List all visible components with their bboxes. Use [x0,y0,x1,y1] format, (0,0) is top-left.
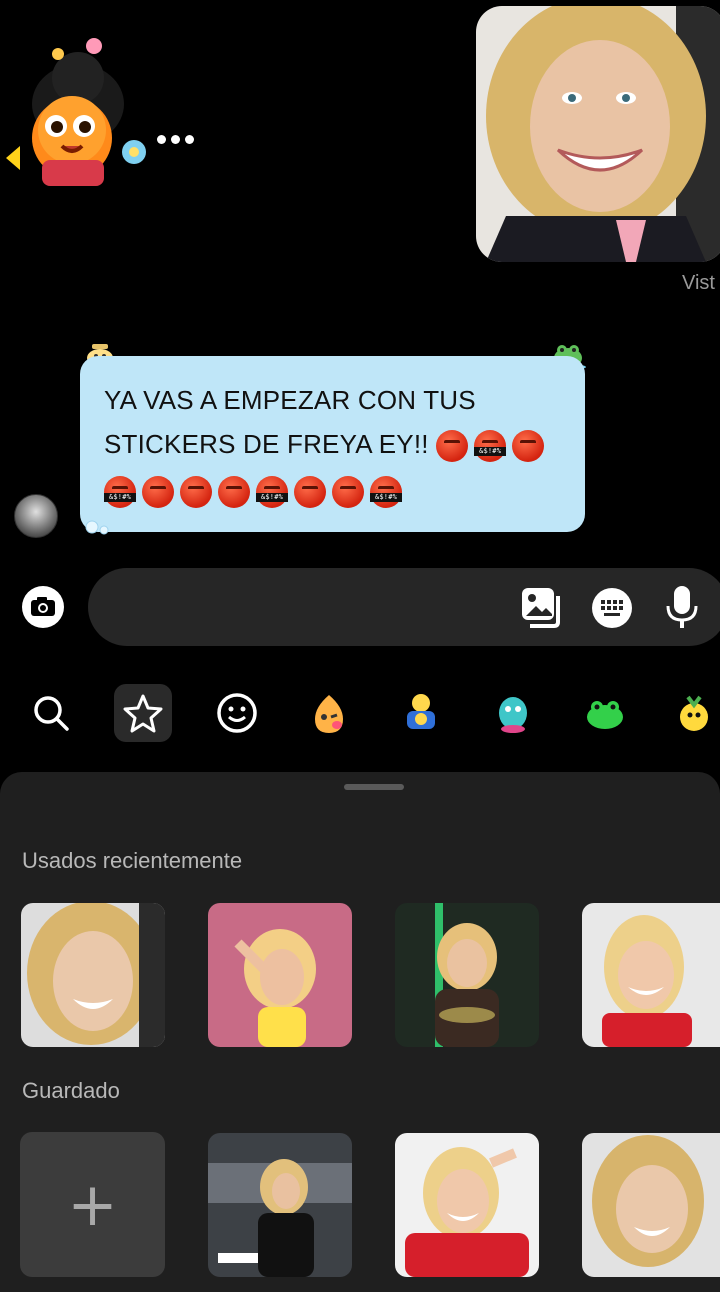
search-icon[interactable] [22,684,80,742]
cursing-emoji [256,476,288,509]
angry-emoji-row [104,476,402,509]
sender-avatar[interactable] [14,494,58,538]
saved-sticker[interactable] [395,1133,539,1277]
creature-sticker-tab-icon[interactable] [484,684,542,742]
typing-indicator [157,130,201,148]
angry-emoji [218,476,250,509]
cursing-emoji [104,476,136,509]
angry-emoji [512,430,545,463]
angry-emoji [142,476,174,509]
frog-sticker-tab-icon[interactable] [576,684,634,742]
camera-icon[interactable] [22,586,64,628]
recent-section-title: Usados recientemente [22,848,243,873]
saved-section-title: Guardado [22,1078,120,1103]
cursing-emoji [370,476,402,509]
sheet-drag-handle[interactable] [344,784,404,790]
angry-emoji [436,430,469,463]
angry-emoji [180,476,212,509]
microphone-icon[interactable] [664,584,700,630]
winking-sticker-tab-icon[interactable] [300,684,358,742]
recent-sticker[interactable] [21,903,165,1047]
recent-sticker[interactable] [395,903,539,1047]
angry-emoji [332,476,364,509]
gallery-icon[interactable] [520,586,564,628]
shared-photo[interactable] [476,6,720,262]
message-text-content: YA VAS A EMPEZAR CON TUS STICKERS DE FRE… [104,385,476,459]
character-sticker[interactable] [6,34,152,190]
pineapple-sticker-tab-icon[interactable] [668,684,720,742]
star-icon[interactable] [114,684,172,742]
message-text: YA VAS A EMPEZAR CON TUS STICKERS DE FRE… [104,378,565,510]
cat-sticker-tab-icon[interactable] [392,684,450,742]
cursing-emoji [474,430,507,463]
smiley-icon[interactable] [208,684,266,742]
recent-sticker[interactable] [208,903,352,1047]
keyboard-icon[interactable] [590,586,634,630]
message-bubble[interactable]: YA VAS A EMPEZAR CON TUS STICKERS DE FRE… [80,356,585,532]
angry-emoji [294,476,326,509]
saved-sticker[interactable] [582,1133,720,1277]
plus-icon: + [67,1169,118,1240]
bubble-tail-decoration-icon [84,518,116,536]
add-sticker-button[interactable]: + [20,1132,165,1277]
recent-sticker[interactable] [582,903,720,1047]
seen-label: Vist [682,272,715,294]
saved-sticker[interactable] [208,1133,352,1277]
angry-emoji-group [436,430,545,463]
